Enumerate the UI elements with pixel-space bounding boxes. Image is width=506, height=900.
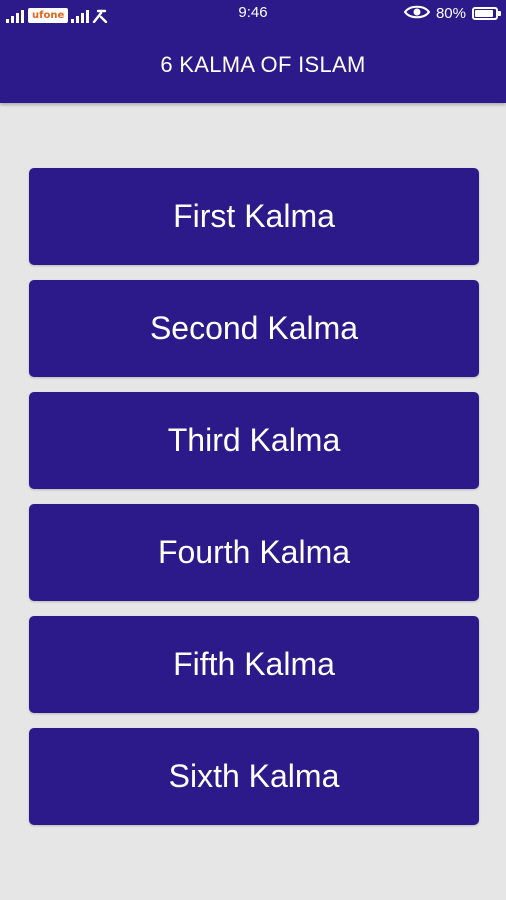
battery-icon [472,7,501,20]
first-kalma-button[interactable]: First Kalma [29,168,479,265]
page-title: 6 KALMA OF ISLAM [160,52,366,77]
kalma-list: First Kalma Second Kalma Third Kalma Fou… [29,168,479,840]
fifth-kalma-button[interactable]: Fifth Kalma [29,616,479,713]
eye-icon [403,5,431,23]
second-kalma-button[interactable]: Second Kalma [29,280,479,377]
battery-percent: 80% [435,5,466,22]
status-right: 80% [403,4,501,23]
fourth-kalma-button[interactable]: Fourth Kalma [29,504,479,601]
status-bar: ufone 9:46 80% [0,0,506,27]
battery-fill [475,10,493,17]
app-bar: 6 KALMA OF ISLAM [0,27,506,103]
screen: ufone 9:46 80% 6 KALMA OF ISLAM First Ka… [0,0,506,900]
third-kalma-button[interactable]: Third Kalma [29,392,479,489]
sixth-kalma-button[interactable]: Sixth Kalma [29,728,479,825]
